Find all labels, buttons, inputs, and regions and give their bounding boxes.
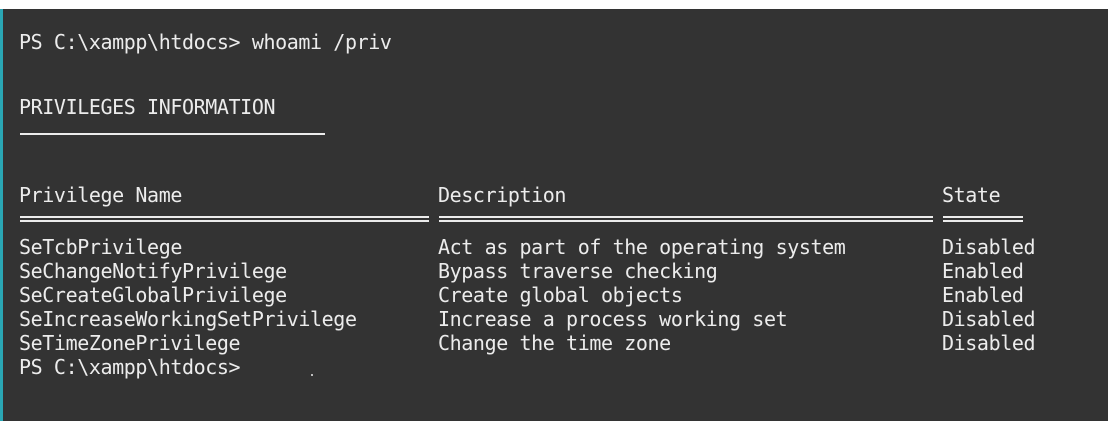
- section-title: PRIVILEGES INFORMATION: [19, 95, 276, 119]
- privilege-state: Disabled: [942, 235, 1036, 259]
- header-state: State: [942, 183, 1001, 207]
- text-cursor: [311, 374, 313, 376]
- command-prompt[interactable]: PS C:\xampp\htdocs>: [19, 355, 241, 379]
- powershell-terminal[interactable]: PS C:\xampp\htdocs> whoami /priv PRIVILE…: [0, 9, 1108, 421]
- header-description: Description: [438, 183, 567, 207]
- privilege-name: SeChangeNotifyPrivilege: [19, 259, 287, 283]
- header-privilege-name: Privilege Name: [19, 183, 182, 207]
- privilege-name: SeCreateGlobalPrivilege: [19, 283, 287, 307]
- privilege-name: SeTcbPrivilege: [19, 235, 182, 259]
- privilege-state: Disabled: [942, 331, 1036, 355]
- header-state-underline: [943, 216, 1023, 222]
- privilege-state: Disabled: [942, 307, 1036, 331]
- privilege-state: Enabled: [942, 283, 1024, 307]
- privilege-description: Increase a process working set: [438, 307, 788, 331]
- privilege-description: Act as part of the operating system: [438, 235, 846, 259]
- privilege-name: SeTimeZonePrivilege: [19, 331, 241, 355]
- privilege-description: Bypass traverse checking: [438, 259, 718, 283]
- section-title-underline: [20, 133, 325, 135]
- header-description-underline: [439, 216, 933, 222]
- privilege-name: SeIncreaseWorkingSetPrivilege: [19, 307, 357, 331]
- header-privilege-name-underline: [20, 216, 429, 222]
- command-line: PS C:\xampp\htdocs> whoami /priv: [19, 30, 392, 54]
- privilege-state: Enabled: [942, 259, 1024, 283]
- privilege-description: Change the time zone: [438, 331, 671, 355]
- privilege-description: Create global objects: [438, 283, 683, 307]
